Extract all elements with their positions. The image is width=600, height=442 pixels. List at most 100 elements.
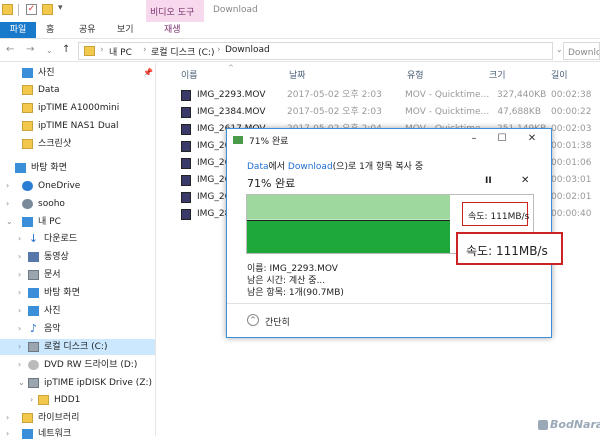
expand-icon[interactable]: ›: [18, 303, 21, 319]
tab-share[interactable]: 공유: [79, 22, 96, 38]
navigation-pane: 사진 📌 Data ipTIME A1000mini ipTIME NAS1 D…: [0, 63, 156, 439]
expand-icon[interactable]: ›: [6, 178, 9, 194]
expand-icon[interactable]: ›: [18, 249, 21, 265]
sidebar-item-network[interactable]: › 네트워크: [0, 426, 155, 442]
expand-icon[interactable]: ›: [18, 321, 21, 337]
sidebar-item-screenshots[interactable]: 스크린샷: [0, 136, 155, 152]
tab-file[interactable]: 파일: [0, 22, 36, 38]
maximize-button[interactable]: ☐: [493, 132, 511, 146]
properties-icon[interactable]: ✓: [26, 4, 37, 15]
pin-icon[interactable]: 📌: [143, 65, 153, 81]
desktop-icon: [28, 288, 39, 298]
column-header-type[interactable]: 유형: [407, 68, 424, 81]
refresh-dropdown-icon[interactable]: ⌄: [556, 45, 563, 54]
table-row[interactable]: IMG_2293.MOV 2017-05-02 오후 2:03 MOV - Qu…: [179, 87, 600, 104]
fewer-details-button[interactable]: 간단히: [265, 315, 290, 328]
breadcrumb-chevron-icon[interactable]: ›: [100, 45, 104, 55]
sidebar-item-iptime-a1000mini[interactable]: ipTIME A1000mini: [0, 100, 155, 116]
chevron-up-icon[interactable]: ^: [247, 314, 259, 326]
collapse-icon[interactable]: ⌄: [18, 375, 25, 391]
file-date: 2017-05-02 오후 2:03: [287, 107, 382, 117]
sidebar-item-music[interactable]: › ♪ 음악: [0, 321, 155, 337]
sidebar-item-local-disk-c[interactable]: › 로컬 디스크 (C:): [0, 339, 155, 355]
sidebar-item-data[interactable]: Data: [0, 82, 155, 98]
table-row[interactable]: IMG_2384.MOV 2017-05-02 오후 2:03 MOV - Qu…: [179, 104, 600, 121]
video-file-icon: [181, 107, 191, 118]
sidebar-item-pictures-2[interactable]: › 사진: [0, 303, 155, 319]
expand-icon[interactable]: ›: [30, 392, 33, 408]
expand-icon[interactable]: ›: [18, 285, 21, 301]
sidebar-item-dvd-drive[interactable]: › DVD RW 드라이브 (D:): [0, 357, 155, 373]
expand-icon[interactable]: ›: [6, 410, 9, 426]
network-drive-icon: [28, 378, 39, 388]
sidebar-item-desktop-2[interactable]: › 바탕 화면: [0, 285, 155, 301]
sidebar-item-label: 네트워크: [38, 429, 72, 439]
pause-button[interactable]: II: [485, 176, 492, 186]
address-bar[interactable]: › 내 PC › 로컬 디스크 (C:) › Download: [78, 42, 553, 60]
expand-icon[interactable]: ›: [6, 196, 9, 212]
new-folder-icon[interactable]: [42, 4, 53, 15]
expand-icon[interactable]: ›: [18, 267, 21, 283]
breadcrumb-my-pc[interactable]: 내 PC: [109, 45, 132, 58]
column-header-name[interactable]: 이름: [181, 68, 198, 81]
tab-view[interactable]: 보기: [117, 22, 134, 38]
sidebar-item-label: OneDrive: [38, 181, 81, 191]
close-button[interactable]: ✕: [523, 132, 541, 146]
sidebar-item-label: 내 PC: [38, 217, 61, 227]
navigation-bar: ← → ⌄ ↑ › 내 PC › 로컬 디스크 (C:) › Download …: [0, 40, 600, 62]
sidebar-item-downloads[interactable]: › ↓ 다운로드: [0, 231, 155, 247]
sidebar-item-network-drive-z[interactable]: ⌄ ipTIME ipDISK Drive (Z:): [0, 375, 155, 391]
tab-home[interactable]: 홈: [46, 22, 54, 38]
sidebar-item-videos[interactable]: › 동영상: [0, 249, 155, 265]
column-header-length[interactable]: 길이: [551, 68, 568, 81]
recent-dropdown-icon[interactable]: ⌄: [46, 46, 53, 55]
expand-icon[interactable]: ›: [18, 357, 21, 373]
breadcrumb-download[interactable]: Download: [225, 45, 270, 55]
sidebar-item-label: 사진: [44, 306, 61, 316]
column-header-size[interactable]: 크기: [489, 68, 506, 81]
search-input[interactable]: Download 검색: [563, 42, 600, 60]
customize-toolbar-icon[interactable]: ▾: [58, 3, 63, 13]
sidebar-item-pictures[interactable]: 사진 📌: [0, 65, 155, 81]
network-icon: [22, 429, 33, 439]
breadcrumb-local-disk[interactable]: 로컬 디스크 (C:): [151, 45, 214, 58]
sidebar-item-desktop[interactable]: 바탕 화면: [0, 160, 155, 176]
destination-link[interactable]: Download: [288, 162, 333, 172]
collapse-icon[interactable]: ⌄: [6, 214, 13, 230]
back-icon[interactable]: ←: [6, 44, 14, 55]
info-remaining-items: 남은 항목: 1개(90.7MB): [247, 288, 344, 298]
sidebar-item-label: 바탕 화면: [44, 288, 80, 298]
desktop-icon: [15, 163, 26, 173]
expand-icon[interactable]: ›: [18, 231, 21, 247]
file-length: 00:02:03: [551, 124, 592, 134]
sidebar-item-hdd1[interactable]: › HDD1: [0, 392, 155, 408]
file-type: MOV - Quicktime...: [405, 90, 490, 100]
file-size: 327,440KB: [497, 90, 547, 100]
file-length: 00:00:22: [551, 107, 592, 117]
sidebar-item-user[interactable]: › sooho: [0, 196, 155, 212]
copy-message: Data에서 Download(으)로 1개 항목 복사 중: [247, 159, 423, 172]
sidebar-item-iptime-nas1-dual[interactable]: ipTIME NAS1 Dual: [0, 118, 155, 134]
video-file-icon: [181, 158, 191, 169]
file-length: 00:03:01: [551, 175, 592, 185]
sidebar-item-libraries[interactable]: › 라이브러리: [0, 410, 155, 426]
speed-label: 속도: 111MB/s: [468, 212, 530, 222]
expand-icon[interactable]: ›: [6, 426, 9, 442]
forward-icon[interactable]: →: [26, 44, 34, 55]
up-icon[interactable]: ↑: [62, 44, 70, 55]
sidebar-item-label: 문서: [44, 270, 61, 280]
tab-play[interactable]: 재생: [164, 22, 181, 38]
sidebar-item-documents[interactable]: › 문서: [0, 267, 155, 283]
breadcrumb-chevron-icon[interactable]: ›: [143, 45, 147, 55]
breadcrumb-chevron-icon[interactable]: ›: [217, 45, 221, 55]
sidebar-item-label: DVD RW 드라이브 (D:): [44, 360, 138, 370]
sidebar-item-onedrive[interactable]: › OneDrive: [0, 178, 155, 194]
expand-icon[interactable]: ›: [18, 339, 21, 355]
sidebar-item-this-pc[interactable]: ⌄ 내 PC: [0, 214, 155, 230]
sidebar-item-label: 라이브러리: [38, 413, 80, 423]
cancel-button[interactable]: ✕: [521, 175, 529, 186]
source-link[interactable]: Data: [247, 162, 269, 172]
column-header-date[interactable]: 날짜: [289, 68, 306, 81]
pictures-folder-icon: [22, 68, 33, 78]
minimize-button[interactable]: –: [465, 132, 483, 146]
